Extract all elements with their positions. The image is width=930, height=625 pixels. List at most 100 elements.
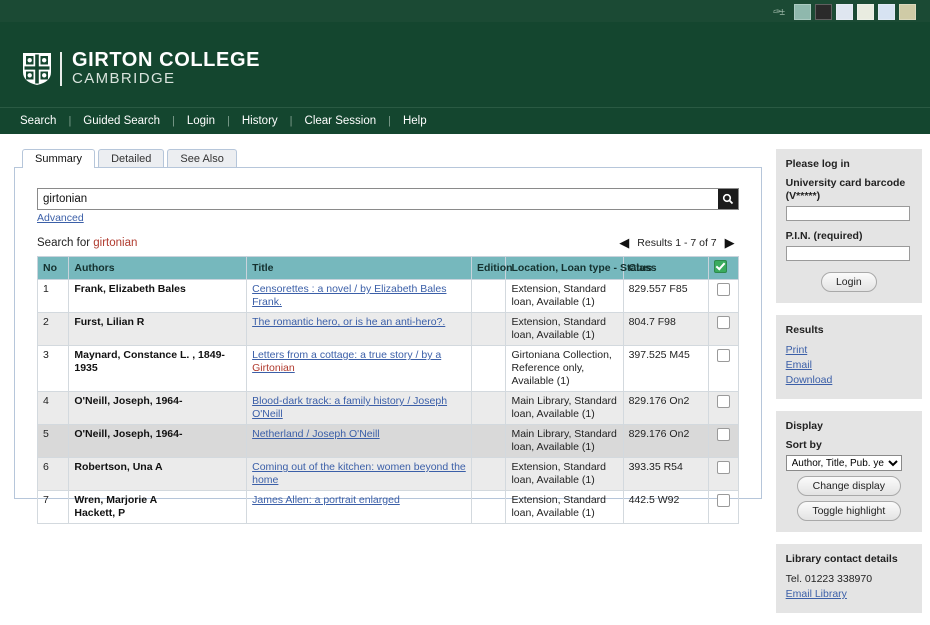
- main-nav: Search | Guided Search | Login | History…: [0, 107, 930, 134]
- cell-authors: O'Neill, Joseph, 1964-: [69, 425, 247, 458]
- nav-item-search[interactable]: Search: [18, 115, 68, 127]
- cell-edition: [471, 313, 506, 346]
- search-for-prefix: Search for: [37, 237, 93, 249]
- search-summary-row: Search for girtonian ◀ Results 1 - 7 of …: [37, 236, 739, 249]
- results-count-label: Results 1 - 7 of 7: [637, 237, 716, 249]
- cell-authors: Maynard, Constance L. , 1849-1935: [69, 346, 247, 392]
- download-results-link[interactable]: Download: [786, 373, 912, 388]
- search-input[interactable]: [38, 189, 718, 209]
- brand-divider: [60, 52, 62, 86]
- view-tabs: Summary Detailed See Also: [14, 147, 762, 167]
- login-button-wrap: Login: [786, 270, 912, 292]
- sort-by-select[interactable]: Author, Title, Pub. year: [786, 455, 902, 471]
- display-panel-title: Display: [786, 420, 912, 432]
- table-row[interactable]: 1Frank, Elizabeth BalesCensorettes : a n…: [38, 280, 739, 313]
- cell-no: 3: [38, 346, 69, 392]
- table-row[interactable]: 4O'Neill, Joseph, 1964-Blood-dark track:…: [38, 392, 739, 425]
- highlighted-term: Girtonian: [252, 362, 295, 374]
- col-class[interactable]: Class: [623, 257, 709, 280]
- search-submit-button[interactable]: [718, 189, 738, 209]
- nav-item-history[interactable]: History: [230, 115, 290, 127]
- tab-detailed[interactable]: Detailed: [98, 149, 164, 168]
- results-actions-panel: Results Print Email Download: [776, 315, 922, 399]
- nav-item-login[interactable]: Login: [175, 115, 227, 127]
- table-row[interactable]: 5O'Neill, Joseph, 1964- Netherland / Jose…: [38, 425, 739, 458]
- results-table: No Authors Title Edition Location, Loan …: [37, 256, 739, 524]
- next-page-icon[interactable]: ▶: [725, 236, 735, 249]
- brand-subtitle: CAMBRIDGE: [72, 71, 260, 87]
- pin-input[interactable]: [786, 246, 910, 261]
- brand-text: GIRTON COLLEGE CAMBRIDGE: [72, 50, 260, 87]
- tab-summary[interactable]: Summary: [22, 149, 95, 168]
- title-link[interactable]: Blood-dark track: a family history / Jos…: [252, 395, 447, 420]
- row-checkbox[interactable]: [717, 283, 730, 296]
- nav-item-guided-search[interactable]: Guided Search: [71, 115, 172, 127]
- advanced-search-link[interactable]: Advanced: [37, 212, 84, 224]
- title-link[interactable]: Netherland / Joseph O'Neill: [252, 428, 380, 440]
- display-panel: Display Sort by Author, Title, Pub. year…: [776, 411, 922, 532]
- search-for-text: Search for girtonian: [37, 237, 137, 249]
- tab-see-also[interactable]: See Also: [167, 149, 236, 168]
- brand-block[interactable]: GIRTON COLLEGE CAMBRIDGE: [22, 50, 260, 87]
- email-results-link[interactable]: Email: [786, 358, 912, 373]
- results-pager: ◀ Results 1 - 7 of 7 ▶: [619, 236, 734, 249]
- cell-no: 5: [38, 425, 69, 458]
- toggle-highlight-button[interactable]: Toggle highlight: [797, 501, 901, 521]
- title-link[interactable]: Censorettes : a novel / by Elizabeth Bal…: [252, 283, 446, 308]
- cell-no: 2: [38, 313, 69, 346]
- barcode-input[interactable]: [786, 206, 910, 221]
- title-link[interactable]: Coming out of the kitchen: women beyond …: [252, 461, 466, 486]
- title-link[interactable]: Letters from a cottage: a true story / b…: [252, 349, 441, 374]
- page-body: Summary Detailed See Also Advanced: [0, 137, 930, 625]
- cell-class: 804.7 F98: [623, 313, 709, 346]
- cell-class: 829.557 F85: [623, 280, 709, 313]
- contact-panel: Library contact details Tel. 01223 33897…: [776, 544, 922, 613]
- col-no[interactable]: No: [38, 257, 69, 280]
- site-header: GIRTON COLLEGE CAMBRIDGE: [0, 22, 930, 107]
- cell-select: [709, 280, 738, 313]
- barcode-label: University card barcode (V*****): [786, 177, 912, 203]
- title-link[interactable]: The romantic hero, or is he an anti-hero…: [252, 316, 445, 328]
- cell-authors: Wren, Marjorie AHackett, P: [69, 491, 247, 524]
- login-button[interactable]: Login: [821, 272, 877, 292]
- swatch-1: [794, 4, 811, 20]
- search-area: Advanced Search for girtonian ◀ Results …: [15, 168, 761, 524]
- cell-select: [709, 346, 738, 392]
- cell-select: [709, 491, 738, 524]
- swatch-2: [815, 4, 832, 20]
- print-results-link[interactable]: Print: [786, 343, 912, 358]
- cell-location: Girtoniana Collection, Reference only, A…: [506, 346, 623, 392]
- row-checkbox[interactable]: [717, 428, 730, 441]
- cell-edition: [471, 346, 506, 392]
- row-checkbox[interactable]: [717, 494, 730, 507]
- table-row[interactable]: 3Maynard, Constance L. , 1849-1935Letter…: [38, 346, 739, 392]
- cell-location: Extension, Standard loan, Available (1): [506, 280, 623, 313]
- title-link[interactable]: James Allen: a portrait enlarged: [252, 494, 400, 506]
- col-authors[interactable]: Authors: [69, 257, 247, 280]
- row-checkbox[interactable]: [717, 395, 730, 408]
- cell-class: 442.5 W92: [623, 491, 709, 524]
- row-checkbox[interactable]: [717, 316, 730, 329]
- cell-title: Blood-dark track: a family history / Jos…: [247, 392, 472, 425]
- cell-select: [709, 425, 738, 458]
- row-checkbox[interactable]: [717, 349, 730, 362]
- prev-page-icon[interactable]: ◀: [619, 236, 629, 249]
- select-all-checkbox[interactable]: [714, 260, 727, 273]
- col-title[interactable]: Title: [247, 257, 472, 280]
- table-row[interactable]: 2Furst, Lilian RThe romantic hero, or is…: [38, 313, 739, 346]
- cell-authors: Frank, Elizabeth Bales: [69, 280, 247, 313]
- search-box: [37, 188, 739, 210]
- table-row[interactable]: 6Robertson, Una AComing out of the kitch…: [38, 458, 739, 491]
- row-checkbox[interactable]: [717, 461, 730, 474]
- email-library-link[interactable]: Email Library: [786, 587, 912, 602]
- cell-authors: O'Neill, Joseph, 1964-: [69, 392, 247, 425]
- change-display-button[interactable]: Change display: [797, 476, 901, 496]
- table-row[interactable]: 7Wren, Marjorie AHackett, PJames Allen: …: [38, 491, 739, 524]
- pencil-plusminus-icon: ✑±: [772, 7, 784, 18]
- nav-item-clear-session[interactable]: Clear Session: [293, 115, 389, 127]
- col-location[interactable]: Location, Loan type - Status: [506, 257, 623, 280]
- cell-class: 397.525 M45: [623, 346, 709, 392]
- col-edition[interactable]: Edition: [471, 257, 506, 280]
- top-swatch-group: ✑±: [772, 4, 916, 20]
- nav-item-help[interactable]: Help: [391, 115, 439, 127]
